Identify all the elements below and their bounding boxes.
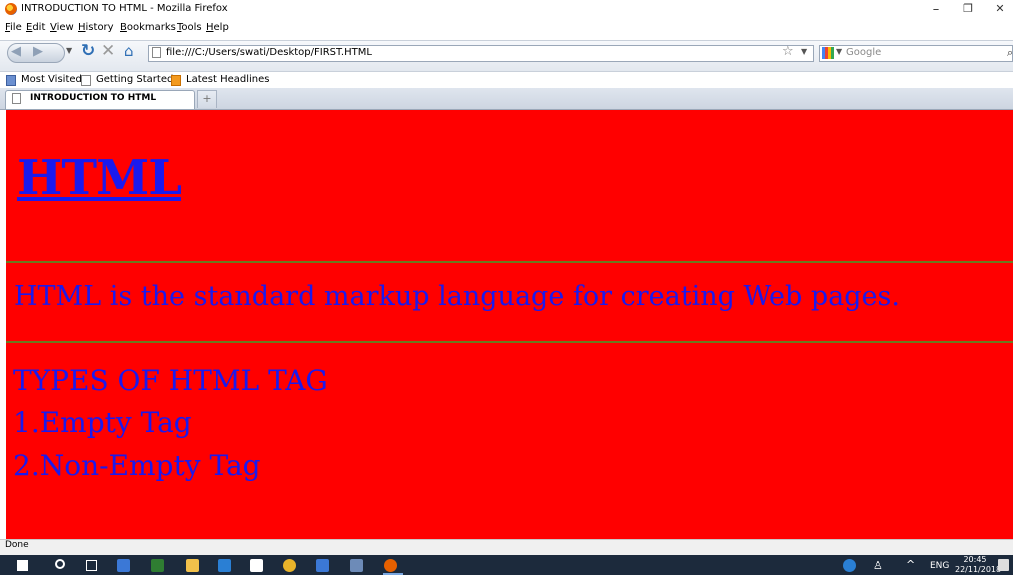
minimize-button[interactable]: –: [926, 2, 946, 17]
page-icon: [81, 75, 91, 86]
intro-paragraph: HTML is the standard markup language for…: [14, 281, 900, 312]
menu-view[interactable]: View: [50, 22, 74, 33]
list-item: 1.Empty Tag: [13, 406, 192, 439]
list-title: TYPES OF HTML TAG: [13, 364, 328, 397]
stop-icon[interactable]: ✕: [101, 41, 115, 61]
chevron-up-icon[interactable]: ^: [906, 558, 915, 571]
page-heading[interactable]: HTML: [17, 150, 182, 206]
file-explorer-icon[interactable]: [186, 559, 199, 572]
windows-start-icon[interactable]: [17, 560, 28, 571]
list-item: 2.Non-Empty Tag: [13, 449, 261, 482]
store-app-icon[interactable]: [250, 559, 263, 572]
menu-file[interactable]: File: [5, 22, 22, 33]
divider: [6, 261, 1013, 263]
search-input[interactable]: Google: [846, 47, 881, 58]
home-icon[interactable]: ⌂: [124, 42, 134, 60]
menu-history[interactable]: History: [78, 22, 114, 33]
help-tray-icon[interactable]: [843, 559, 856, 572]
firefox-taskbar-icon[interactable]: [384, 559, 397, 572]
close-button[interactable]: ✕: [990, 2, 1010, 15]
chrome-browser-icon[interactable]: [283, 559, 296, 572]
tab-label: INTRODUCTION TO HTML: [30, 93, 157, 103]
menu-tools[interactable]: Tools: [177, 22, 202, 33]
page-icon: [12, 93, 21, 104]
search-engine-dropdown-icon[interactable]: ▼: [836, 47, 842, 56]
clock-time: 20:45: [963, 555, 987, 564]
search-go-icon[interactable]: ⌕: [1007, 46, 1013, 60]
firefox-logo-icon: [5, 3, 17, 15]
status-text: Done: [5, 540, 29, 550]
divider: [6, 341, 1013, 343]
bookmark-getting-started[interactable]: Getting Started: [96, 74, 173, 85]
new-tab-button[interactable]: +: [197, 90, 217, 108]
task-view-icon[interactable]: [86, 560, 97, 571]
bookmark-most-visited[interactable]: Most Visited: [21, 74, 82, 85]
google-icon[interactable]: [822, 47, 834, 59]
back-arrow-icon[interactable]: ◀: [11, 44, 21, 59]
clock-date: 22/11/2018: [955, 565, 1002, 574]
rss-icon: [171, 75, 181, 86]
url-dropdown-icon[interactable]: ▼: [801, 47, 807, 56]
history-dropdown-icon[interactable]: ▼: [66, 46, 72, 55]
language-indicator[interactable]: ENG: [930, 561, 949, 571]
tripadvisor-app-icon[interactable]: [151, 559, 164, 572]
notepad-app-icon[interactable]: [316, 559, 329, 572]
edge-browser-icon[interactable]: [218, 559, 231, 572]
maximize-button[interactable]: ❐: [958, 2, 978, 15]
people-tray-icon[interactable]: ♙: [873, 559, 883, 572]
menu-edit[interactable]: Edit: [26, 22, 45, 33]
notifications-icon[interactable]: [998, 559, 1009, 571]
paint-app-icon[interactable]: [350, 559, 363, 572]
most-visited-icon: [6, 75, 16, 86]
menu-help[interactable]: Help: [206, 22, 229, 33]
photos-app-icon[interactable]: [117, 559, 130, 572]
page-icon: [152, 47, 161, 58]
status-bar: [0, 539, 1013, 555]
reload-icon[interactable]: ↻: [81, 41, 95, 61]
menu-bookmarks[interactable]: Bookmarks: [120, 22, 176, 33]
bookmark-latest-headlines[interactable]: Latest Headlines: [186, 74, 270, 85]
bookmark-star-icon[interactable]: ☆: [782, 44, 794, 59]
url-text[interactable]: file:///C:/Users/swati/Desktop/FIRST.HTM…: [166, 47, 372, 58]
clock[interactable]: 20:45 22/11/2018: [955, 555, 1002, 575]
forward-arrow-icon[interactable]: ▶: [33, 44, 43, 59]
search-circle-icon[interactable]: [55, 559, 65, 569]
window-title: INTRODUCTION TO HTML - Mozilla Firefox: [21, 3, 228, 14]
